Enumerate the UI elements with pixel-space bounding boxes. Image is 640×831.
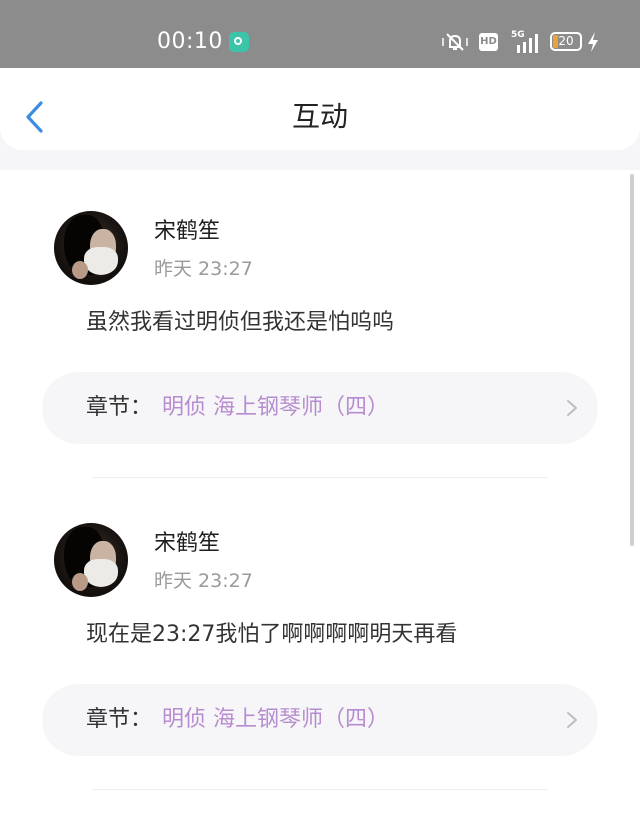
comment-text: 虽然我看过明侦但我还是怕呜呜 <box>86 310 395 335</box>
comment-item: 宋鹤笙 昨天 23:27 虽然我看过明侦但我还是怕呜呜 章节： 明侦 海上钢琴师… <box>0 170 640 478</box>
comment-time: 昨天 23:27 <box>154 570 253 592</box>
header-bar: 互动 <box>0 68 640 150</box>
chapter-link[interactable]: 章节： 明侦 海上钢琴师（四） <box>42 372 598 444</box>
chapter-label: 章节： <box>86 395 153 420</box>
divider <box>92 789 548 790</box>
charging-bolt-icon <box>588 32 598 52</box>
avatar[interactable] <box>54 211 128 285</box>
chapter-link[interactable]: 章节： 明侦 海上钢琴师（四） <box>42 684 598 756</box>
comment-username[interactable]: 宋鹤笙 <box>154 217 220 247</box>
comment-item: 宋鹤笙 昨天 23:27 现在是23:27我怕了啊啊啊啊明天再看 章节： 明侦 … <box>0 482 640 790</box>
battery-icon: 20 <box>550 32 582 51</box>
status-bar: 00:10 HD 5G 20 <box>0 0 640 68</box>
status-time: 00:10 <box>157 29 223 54</box>
chapter-name: 明侦 海上钢琴师（四） <box>162 395 389 420</box>
chapter-label: 章节： <box>86 707 153 732</box>
avatar[interactable] <box>54 523 128 597</box>
hd-icon: HD <box>479 33 498 51</box>
divider <box>92 477 548 478</box>
page-title: 互动 <box>291 100 348 133</box>
comment-time: 昨天 23:27 <box>154 258 253 280</box>
mute-bell-icon <box>442 33 468 51</box>
scrollbar[interactable] <box>630 174 634 546</box>
battery-level-label: 20 <box>558 34 574 48</box>
app-notification-icon <box>229 32 249 52</box>
chevron-right-icon <box>567 712 577 728</box>
comment-text: 现在是23:27我怕了啊啊啊啊明天再看 <box>86 622 458 647</box>
chapter-name: 明侦 海上钢琴师（四） <box>162 707 389 732</box>
comment-username[interactable]: 宋鹤笙 <box>154 529 220 559</box>
signal-icon <box>517 34 538 53</box>
chevron-right-icon <box>567 400 577 416</box>
comment-list: 宋鹤笙 昨天 23:27 虽然我看过明侦但我还是怕呜呜 章节： 明侦 海上钢琴师… <box>0 170 640 831</box>
